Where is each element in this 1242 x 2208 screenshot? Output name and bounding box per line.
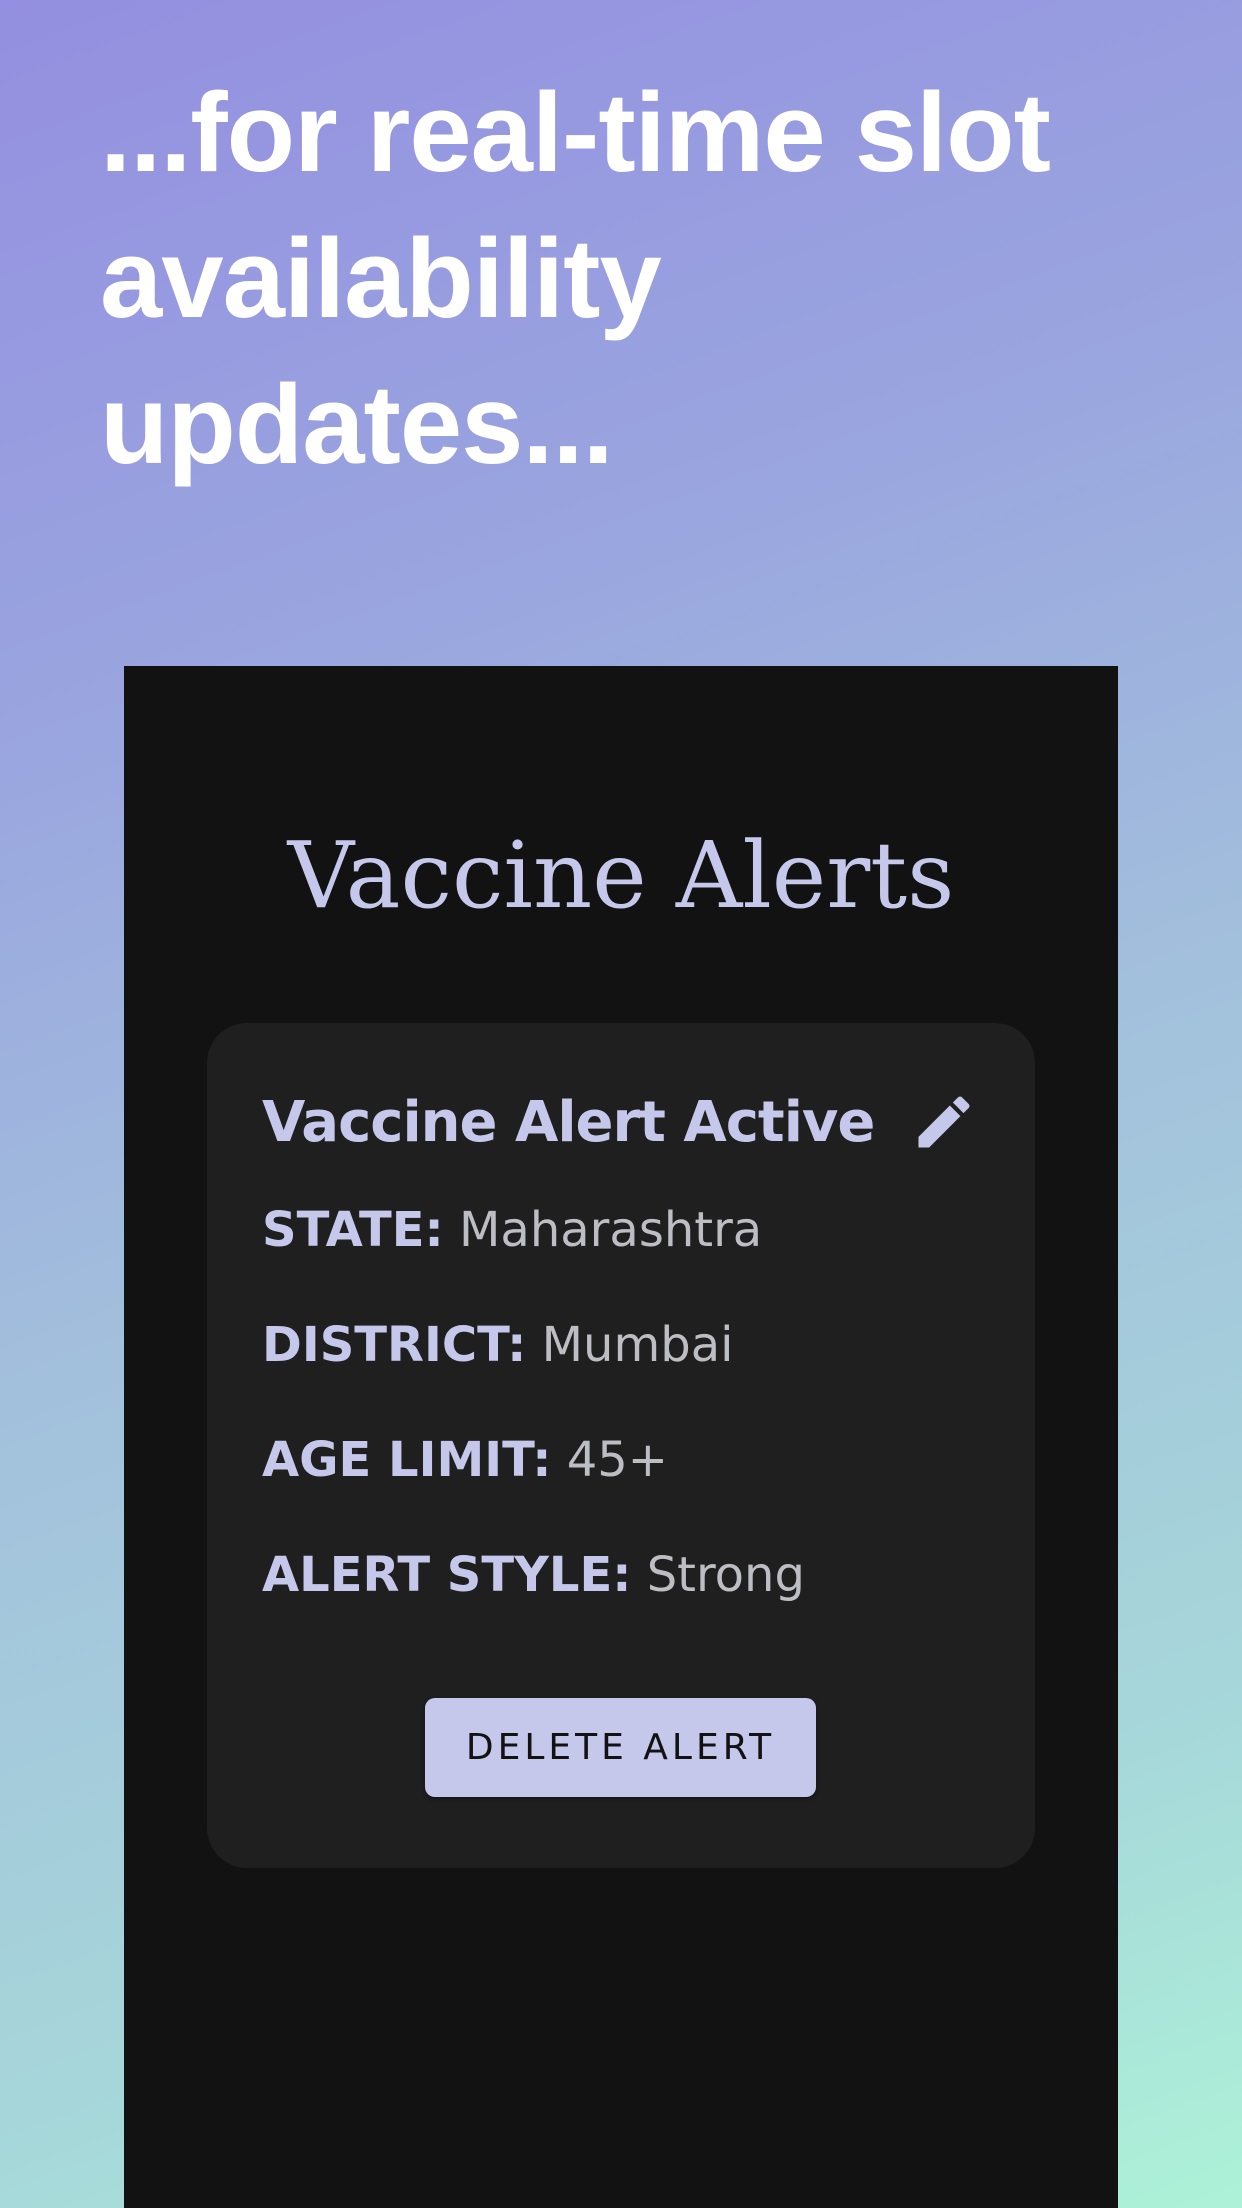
- delete-alert-button[interactable]: DELETE ALERT: [425, 1698, 816, 1797]
- district-label: DISTRICT:: [262, 1317, 527, 1373]
- alert-card-header: Vaccine Alert Active: [262, 1078, 980, 1168]
- district-value: Mumbai: [541, 1317, 734, 1373]
- state-value: Maharashtra: [459, 1202, 763, 1258]
- edit-icon[interactable]: [910, 1088, 978, 1156]
- state-row: STATE: Maharashtra: [262, 1195, 762, 1265]
- age-limit-label: AGE LIMIT:: [262, 1432, 552, 1488]
- alert-style-row: ALERT STYLE: Strong: [262, 1540, 805, 1610]
- district-row: DISTRICT: Mumbai: [262, 1310, 733, 1380]
- alert-card: Vaccine Alert Active STATE: Maharashtra …: [207, 1023, 1035, 1868]
- promo-headline: ...for real-time slot availability updat…: [100, 70, 1051, 487]
- alert-style-label: ALERT STYLE:: [262, 1547, 632, 1603]
- app-title: Vaccine Alerts: [287, 822, 955, 929]
- app-screen: Vaccine Alerts Vaccine Alert Active STAT…: [124, 666, 1118, 2208]
- alert-style-value: Strong: [646, 1547, 805, 1603]
- pencil-icon-graphic: [918, 1096, 970, 1148]
- age-limit-row: AGE LIMIT: 45+: [262, 1425, 668, 1495]
- age-limit-value: 45+: [566, 1432, 668, 1488]
- alert-status-heading: Vaccine Alert Active: [262, 1090, 875, 1155]
- state-label: STATE:: [262, 1202, 444, 1258]
